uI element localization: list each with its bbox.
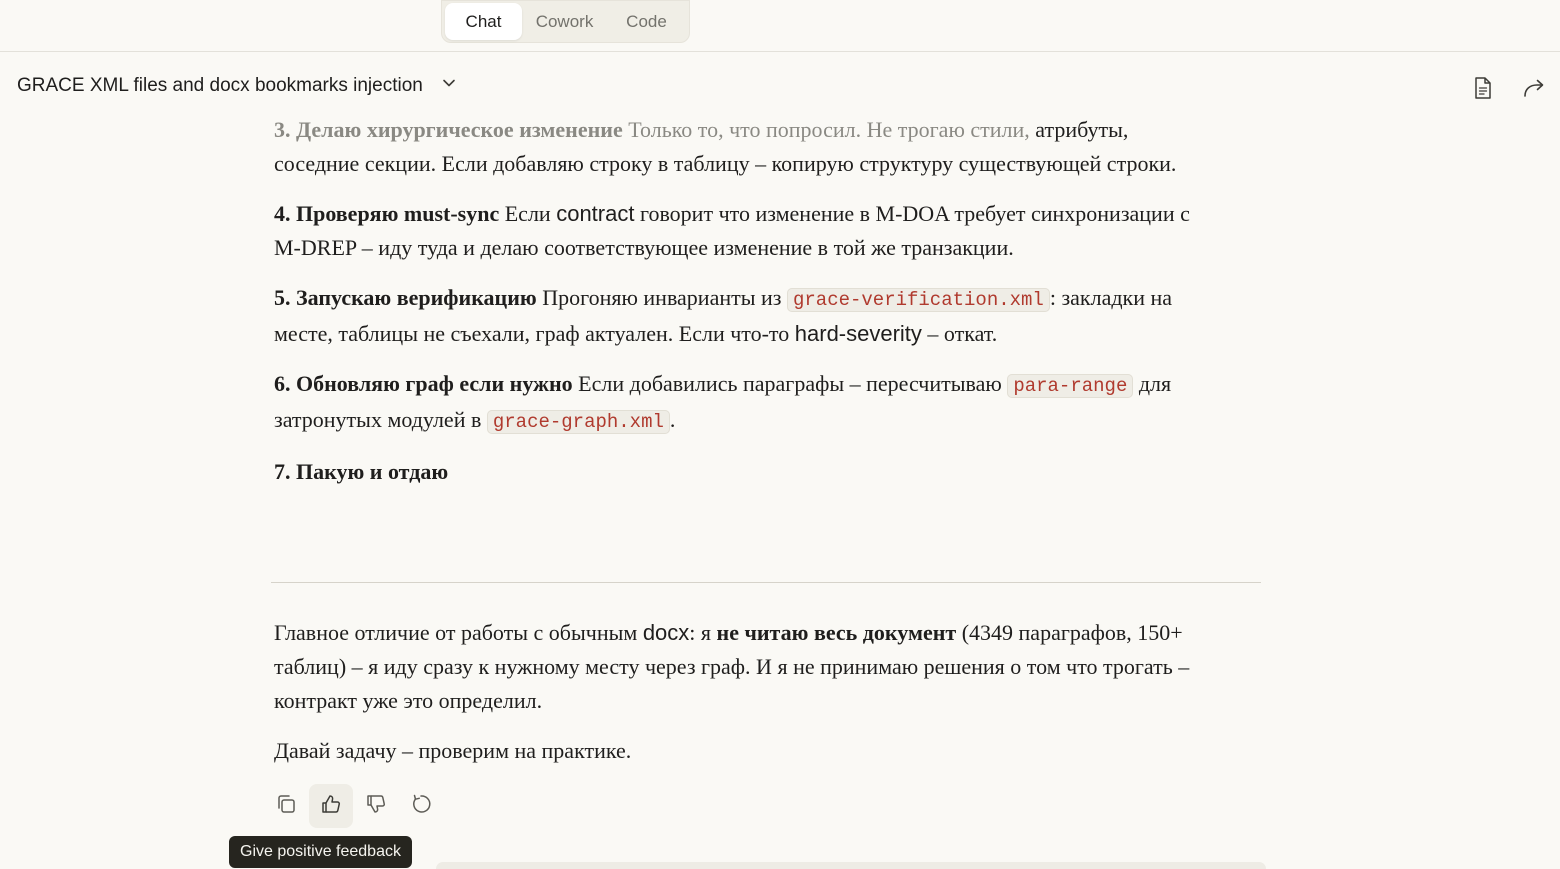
step-5: 5. Запускаю верификацию Прогоняю инвариа… [274,281,1214,351]
step-6-text: Если добавились параграфы – пересчитываю [572,371,1008,396]
step-6-text-end: . [669,407,676,432]
tooltip: Give positive feedback [229,836,412,868]
summary-text-b: : я [689,620,717,645]
divider [271,582,1261,583]
chevron-down-icon [441,75,457,97]
step-4-heading: 4. Проверяю must-sync [274,201,500,226]
mode-switch: Chat Cowork Code [441,0,690,43]
assistant-message: 3. Делаю хирургическое изменение Только … [274,113,1214,505]
copy-icon [275,793,297,820]
step-5-severity: hard-severity [794,321,922,346]
conversation-title: GRACE XML files and docx bookmarks injec… [17,75,423,96]
summary-paragraph: Главное отличие от работы с обычным docx… [274,616,1214,718]
thumbs-down-button[interactable] [354,784,398,828]
share-arrow-icon [1522,77,1546,104]
chat-input-edge[interactable] [436,862,1266,869]
thumbs-up-icon [320,793,342,820]
step-5-text: Прогоняю инварианты из [536,285,787,310]
tab-code[interactable]: Code [607,3,686,40]
step-6-heading: 6. Обновляю граф если нужно [274,371,573,396]
inline-code: grace-graph.xml [486,410,670,434]
step-4-text: Если [499,201,557,226]
thumbs-down-icon [365,793,387,820]
assistant-message-summary: Главное отличие от работы с обычным docx… [274,616,1214,784]
summary-docx: docx [642,620,690,645]
step-7-heading: 7. Пакую и отдаю [274,459,449,484]
retry-icon [410,793,432,820]
summary-bold: не читаю весь документ [716,620,957,645]
step-6: 6. Обновляю граф если нужно Если добавил… [274,367,1214,439]
tab-cowork[interactable]: Cowork [524,3,605,40]
step-7: 7. Пакую и отдаю [274,455,1214,489]
retry-button[interactable] [399,784,443,828]
thumbs-up-button[interactable] [309,784,353,828]
top-bar: Chat Cowork Code [0,0,1560,52]
step-3: 3. Делаю хирургическое изменение Только … [274,113,1214,181]
conversation-title-dropdown[interactable]: GRACE XML files and docx bookmarks injec… [17,75,457,97]
step-5-text-end: – откат. [921,321,998,346]
inline-code: para-range [1007,374,1134,398]
artifact-document-button[interactable] [1468,75,1498,105]
tab-chat[interactable]: Chat [445,3,523,40]
conversation-header: GRACE XML files and docx bookmarks injec… [0,52,1560,120]
step-4-contract: contract [556,201,635,226]
step-3-text-faded: Только то, что попросил. Не трогаю стили… [622,117,1030,142]
step-5-heading: 5. Запускаю верификацию [274,285,537,310]
copy-button[interactable] [264,784,308,828]
inline-code: grace-verification.xml [786,288,1050,312]
share-button[interactable] [1519,75,1549,105]
step-4: 4. Проверяю must-sync Если contract гово… [274,197,1214,265]
summary-text: Главное отличие от работы с обычным [274,620,643,645]
step-3-heading: 3. Делаю хирургическое изменение [274,117,623,142]
message-actions [264,784,443,828]
closing-paragraph: Давай задачу – проверим на практике. [274,738,632,763]
document-icon [1473,76,1493,105]
